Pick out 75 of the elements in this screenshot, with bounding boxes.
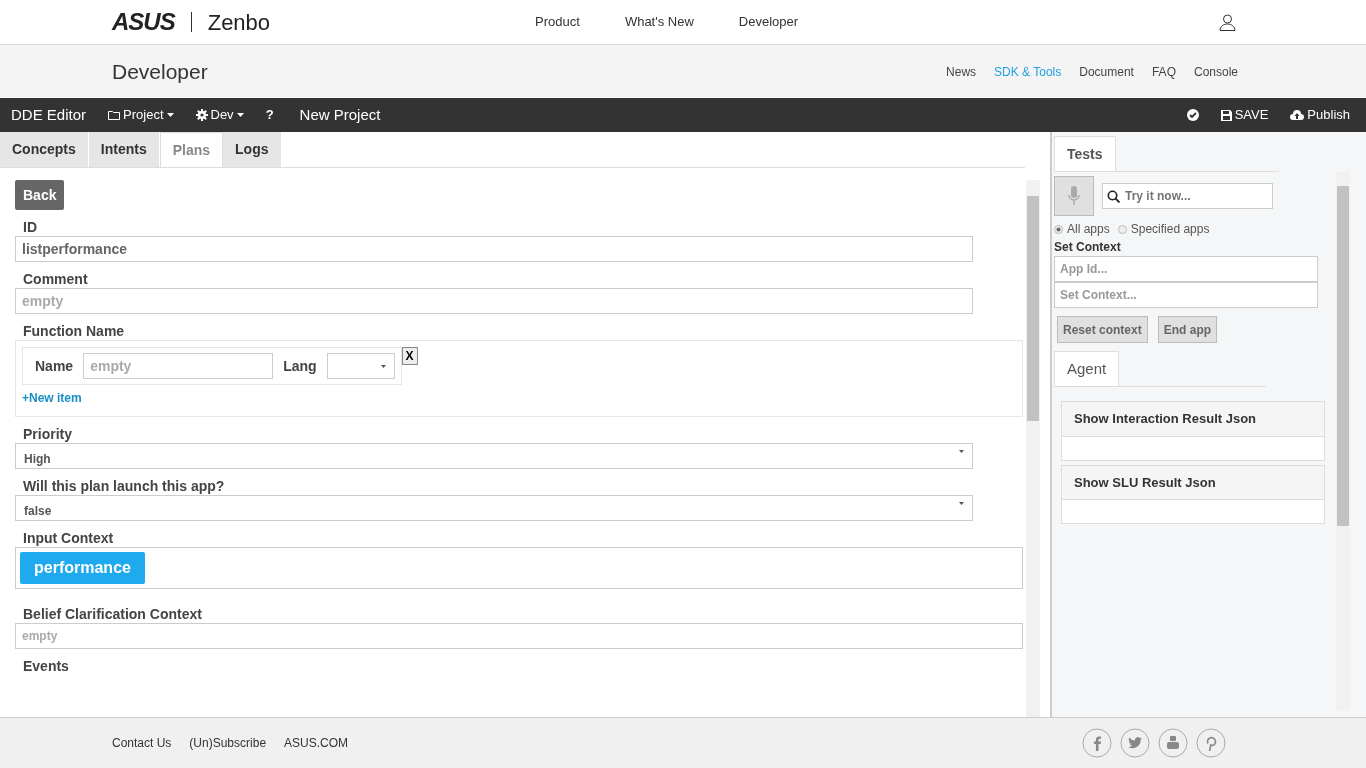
text-field[interactable]: empty — [15, 622, 1023, 649]
tab[interactable]: Tests — [1054, 136, 1116, 171]
dropdown[interactable]: High — [15, 442, 973, 469]
field-label: Input Context — [23, 528, 115, 547]
save-button[interactable]: SAVE — [1220, 105, 1269, 125]
radio-option[interactable]: Specified apps — [1117, 220, 1210, 238]
field-label: Name — [35, 357, 74, 375]
pin-icon[interactable] — [1196, 728, 1226, 758]
back-button[interactable]: Back — [15, 180, 65, 210]
field-label: Function Name — [23, 322, 126, 340]
nav-link[interactable]: Product — [535, 12, 580, 32]
action-button[interactable]: Reset context — [1057, 316, 1148, 343]
check-icon[interactable] — [1186, 109, 1199, 121]
caret-icon — [166, 113, 174, 117]
facebook-icon[interactable] — [1082, 728, 1112, 758]
tab[interactable]: Plans — [159, 132, 224, 167]
caret-icon — [380, 364, 386, 368]
user-icon[interactable] — [1219, 13, 1236, 31]
tag: performance — [20, 551, 145, 584]
brand-logo[interactable]: ASUS — [112, 4, 175, 40]
radio-option[interactable]: All apps — [1054, 220, 1110, 238]
field-label: Belief Clarification Context — [23, 604, 203, 623]
gear-icon — [195, 109, 208, 121]
search-field[interactable]: Try it now... — [1102, 183, 1273, 209]
text-field[interactable]: listperformance — [15, 236, 973, 262]
text-field[interactable]: Set Context... — [1054, 282, 1318, 308]
field-label: Priority — [23, 424, 73, 443]
section-label: Set Context — [1054, 239, 1122, 256]
microphone-icon — [1068, 186, 1080, 207]
menu-dropdown[interactable]: Dev — [195, 105, 244, 125]
subnav-link[interactable]: Document — [1079, 62, 1134, 81]
scrollbar[interactable] — [1336, 172, 1350, 711]
text-field[interactable]: empty — [83, 353, 274, 379]
field-label: Lang — [283, 357, 317, 375]
folder-icon — [108, 110, 121, 120]
nav-link[interactable]: What's New — [624, 12, 694, 32]
field-label: ID — [23, 218, 38, 236]
footer-link[interactable]: Contact Us — [112, 734, 172, 752]
floppy-icon — [1220, 109, 1232, 121]
text-field[interactable]: empty — [15, 288, 973, 314]
cloud-upload-icon — [1290, 110, 1305, 120]
product-name: Zenbo — [207, 8, 271, 37]
dropdown[interactable] — [326, 353, 395, 379]
tab[interactable]: Concepts — [0, 132, 89, 167]
page-title: Developer — [112, 58, 208, 85]
field-label: Comment — [23, 270, 89, 288]
action-button[interactable]: End app — [1157, 316, 1218, 343]
add-item-link[interactable]: +New item — [22, 389, 82, 407]
dropdown[interactable]: false — [15, 494, 973, 521]
microphone-button[interactable] — [1054, 176, 1094, 216]
caret-icon — [959, 501, 964, 505]
menu-dropdown[interactable]: Project — [108, 105, 174, 125]
search-icon — [1107, 190, 1120, 203]
panel-heading[interactable]: Show SLU Result Json — [1062, 465, 1324, 500]
footer-link[interactable]: ASUS.COM — [284, 734, 349, 752]
tab[interactable]: Logs — [223, 132, 282, 167]
footer-link[interactable]: (Un)Subscribe — [189, 734, 267, 752]
caret-icon — [236, 113, 244, 117]
subnav-link[interactable]: Console — [1193, 62, 1238, 81]
bird-icon[interactable] — [1120, 728, 1150, 758]
field-label: Events — [23, 656, 70, 675]
subnav-link[interactable]: FAQ — [1151, 62, 1176, 81]
text-field[interactable]: App Id... — [1054, 256, 1318, 282]
subnav-link[interactable]: News — [946, 62, 977, 81]
tab[interactable]: Intents — [88, 132, 160, 167]
help-button[interactable]: ? — [265, 105, 274, 125]
project-name: New Project — [299, 104, 381, 125]
scrollbar[interactable] — [1026, 180, 1040, 717]
field-label: Will this plan launch this app? — [23, 476, 226, 495]
caret-icon — [959, 449, 964, 453]
publish-button[interactable]: Publish — [1290, 105, 1350, 125]
tab[interactable]: Agent — [1054, 351, 1120, 386]
editor-title: DDE Editor — [11, 104, 87, 125]
nav-link[interactable]: Developer — [738, 12, 799, 32]
panel-heading[interactable]: Show Interaction Result Json — [1062, 402, 1324, 437]
